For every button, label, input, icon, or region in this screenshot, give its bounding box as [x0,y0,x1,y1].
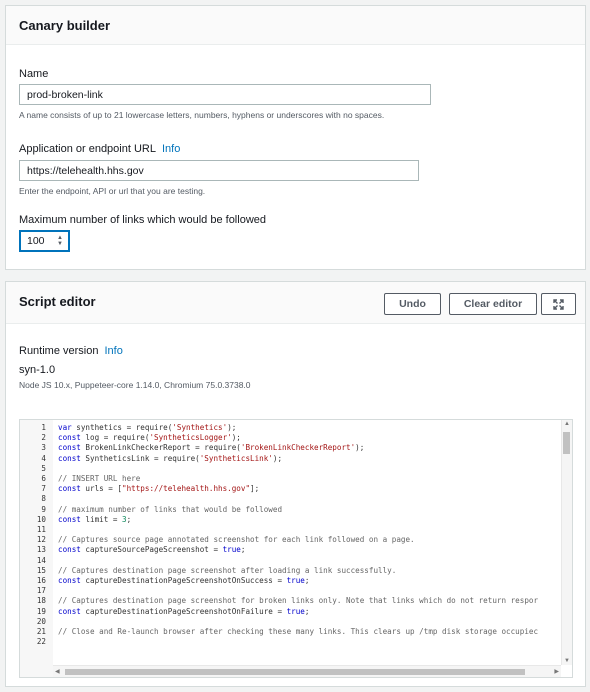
code-line[interactable]: 14 [20,556,540,566]
name-label: Name [19,68,49,80]
code-line[interactable]: 8 [20,494,540,504]
code-text: const urls = ["https://telehealth.hhs.go… [58,484,260,494]
line-number: 16 [36,576,46,585]
code-line[interactable]: 15 // Captures destination page screensho… [20,566,540,576]
name-hint: A name consists of up to 21 lowercase le… [19,110,385,120]
code-line[interactable]: 1 var synthetics = require('Synthetics'); [20,423,540,433]
script-editor-header: Script editor Undo Clear editor [6,282,585,324]
code-line[interactable]: 18 // Captures destination page screensho… [20,596,540,606]
code-line[interactable]: 17 [20,586,540,596]
line-number: 10 [36,514,46,524]
line-number: 3 [41,443,46,453]
line-number: 12 [36,535,46,545]
scroll-right-icon[interactable]: ▶ [554,668,559,675]
url-hint: Enter the endpoint, API or url that you … [19,186,206,196]
name-input[interactable] [19,84,431,105]
canary-builder-panel: Canary builder Name A name consists of u… [5,5,586,270]
line-number: 19 [36,606,46,616]
url-label: Application or endpoint URL [19,143,156,155]
code-text: // Captures destination page screenshot … [58,565,397,575]
line-number: 6 [41,474,46,483]
horizontal-scrollbar[interactable]: ◀ ▶ [53,665,561,677]
code-text: const SyntheticsLink = require('Syntheti… [58,453,283,463]
code-line[interactable]: 21 // Close and Re-launch browser after c… [20,627,540,637]
line-number: 22 [36,637,46,647]
canary-builder-title: Canary builder [19,18,111,33]
stepper-icon[interactable]: ▲ ▼ [57,235,63,247]
code-line[interactable]: 13 const captureSourcePageScreenshot = tr… [20,545,540,555]
code-text: const captureDestinationPageScreenshotOn… [58,576,310,585]
line-number: 4 [41,453,46,463]
runtime-label-row: Runtime version Info [19,345,123,357]
max-links-input[interactable]: 100 ▲ ▼ [19,230,70,252]
line-number: 15 [36,565,46,575]
code-line[interactable]: 9 // maximum number of links that would b… [20,505,540,515]
line-number: 17 [36,586,46,596]
vertical-scroll-thumb[interactable] [563,432,570,454]
code-line[interactable]: 19 const captureDestinationPageScreenshot… [20,607,540,617]
canary-builder-header: Canary builder [6,6,585,45]
scroll-up-icon[interactable]: ▲ [564,421,570,427]
code-line[interactable]: 22 [20,637,540,647]
line-number: 14 [36,555,46,565]
horizontal-scroll-thumb[interactable] [65,669,525,675]
max-links-label: Maximum number of links which would be f… [19,214,266,226]
line-number: 13 [36,545,46,555]
line-number: 20 [36,616,46,626]
code-text: // INSERT URL here [58,474,141,483]
code-text: // maximum number of links that would be… [58,504,283,514]
script-editor-title: Script editor [19,294,96,309]
code-text: var synthetics = require('Synthetics'); [58,423,237,432]
line-number: 1 [41,423,46,432]
runtime-value: syn-1.0 [19,364,56,376]
scroll-left-icon[interactable]: ◀ [55,668,60,675]
line-number: 8 [41,494,46,504]
url-info-link[interactable]: Info [162,143,180,155]
code-text: const captureDestinationPageScreenshotOn… [58,606,310,616]
max-links-value: 100 [27,235,45,247]
vertical-scrollbar[interactable]: ▲ ▼ [561,420,572,665]
line-number: 2 [41,433,46,443]
code-text: // Captures destination page screenshot … [58,596,539,606]
code-line[interactable]: 7 const urls = ["https://telehealth.hhs.g… [20,484,540,494]
clear-editor-button[interactable]: Clear editor [449,293,537,315]
code-line[interactable]: 16 const captureDestinationPageScreenshot… [20,576,540,586]
scroll-down-icon[interactable]: ▼ [564,658,570,664]
line-number: 9 [41,504,46,514]
code-line[interactable]: 4 const SyntheticsLink = require('Synthet… [20,454,540,464]
code-line[interactable]: 6 // INSERT URL here [20,474,540,484]
line-number: 18 [36,596,46,606]
script-editor-panel: Script editor Undo Clear editor Runtime … [5,281,586,687]
code-line[interactable]: 5 [20,464,540,474]
code-line[interactable]: 10 const limit = 3; [20,515,540,525]
code-line[interactable]: 12 // Captures source page annotated scre… [20,535,540,545]
code-line[interactable]: 11 [20,525,540,535]
line-number: 11 [36,525,46,534]
code-text: const BrokenLinkCheckerReport = require(… [58,443,365,453]
code-text: // Close and Re-launch browser after che… [58,627,539,636]
code-text: const limit = 3; [58,514,132,524]
line-number: 5 [41,463,46,473]
code-text: const log = require('SyntheticsLogger'); [58,433,241,443]
line-number: 7 [41,484,46,494]
url-label-row: Application or endpoint URL Info [19,143,180,155]
url-input[interactable] [19,160,419,181]
runtime-label: Runtime version [19,345,99,357]
undo-button[interactable]: Undo [384,293,441,315]
runtime-detail: Node JS 10.x, Puppeteer-core 1.14.0, Chr… [19,380,251,390]
code-line[interactable]: 20 [20,617,540,627]
line-number: 21 [36,627,46,636]
code-text: // Captures source page annotated screen… [58,535,415,545]
code-text: const captureSourcePageScreenshot = true… [58,545,246,555]
runtime-info-link[interactable]: Info [104,345,122,357]
expand-button[interactable] [541,293,576,315]
expand-icon [553,298,564,310]
code-line[interactable]: 2 const log = require('SyntheticsLogger')… [20,433,540,443]
code-line[interactable]: 3 const BrokenLinkCheckerReport = require… [20,443,540,453]
code-editor[interactable]: 1 var synthetics = require('Synthetics');… [19,419,573,678]
